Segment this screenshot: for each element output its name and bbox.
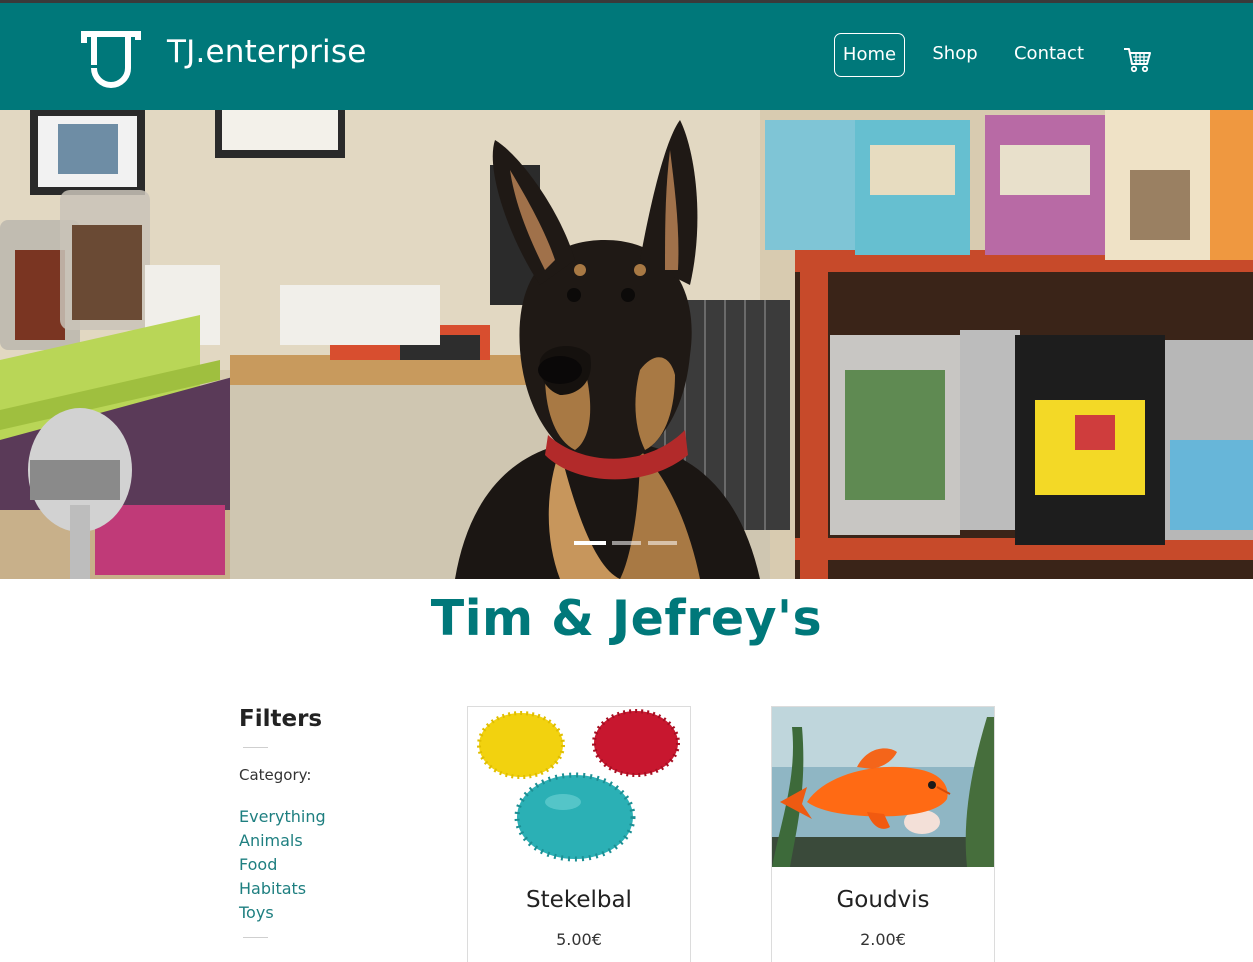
shopping-cart-icon[interactable]: [1122, 46, 1152, 74]
category-habitats[interactable]: Habitats: [239, 877, 326, 901]
carousel-indicator-1[interactable]: [574, 541, 606, 545]
product-image-goudvis[interactable]: [772, 707, 994, 867]
filters-divider-bottom: [243, 937, 268, 938]
tj-logo-icon[interactable]: [80, 28, 142, 92]
navbar: TJ.enterprise Home Shop Contact: [0, 3, 1253, 110]
category-list: Everything Animals Food Habitats Toys: [239, 805, 326, 925]
category-everything[interactable]: Everything: [239, 805, 326, 829]
filters-title: Filters: [239, 706, 323, 732]
nav-home[interactable]: Home: [834, 33, 905, 77]
category-food[interactable]: Food: [239, 853, 326, 877]
category-toys[interactable]: Toys: [239, 901, 326, 925]
product-image-stekelbal[interactable]: [468, 707, 690, 867]
product-price: 5.00€: [556, 930, 602, 949]
carousel-indicator-2[interactable]: [612, 541, 641, 545]
product-price: 2.00€: [860, 930, 906, 949]
category-label: Category:: [239, 766, 312, 784]
filters-divider-top: [243, 747, 268, 748]
hero-carousel[interactable]: [0, 110, 1253, 579]
product-card-stekelbal[interactable]: Stekelbal 5.00€: [467, 706, 691, 962]
category-animals[interactable]: Animals: [239, 829, 326, 853]
hero-image-pet-shop-dog: [0, 110, 1253, 579]
page-title: Tim & Jefrey's: [430, 590, 823, 647]
nav-contact[interactable]: Contact: [1005, 33, 1093, 77]
brand-name[interactable]: TJ.enterprise: [167, 34, 366, 70]
product-name[interactable]: Stekelbal: [468, 887, 690, 913]
nav-shop[interactable]: Shop: [925, 33, 985, 77]
product-card-goudvis[interactable]: Goudvis 2.00€: [771, 706, 995, 962]
carousel-indicator-3[interactable]: [648, 541, 677, 545]
product-name[interactable]: Goudvis: [772, 887, 994, 913]
